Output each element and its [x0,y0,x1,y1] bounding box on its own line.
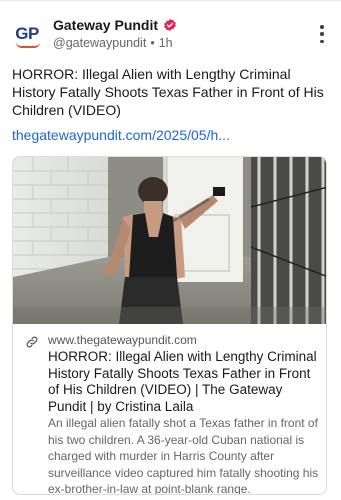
avatar-logo: GP [15,24,39,43]
social-post: GP Gateway Pundit @gatewaypundit • 1h HO… [0,0,341,500]
more-vertical-icon[interactable] [319,25,325,43]
card-description: An illegal alien fatally shot a Texas fa… [48,416,319,495]
author-meta: @gatewaypundit • 1h [53,36,173,50]
avatar-swoosh [16,42,40,48]
card-thumbnail-image[interactable] [13,157,326,324]
post-text: HORROR: Illegal Alien with Lengthy Crimi… [12,66,324,118]
author-handle[interactable]: @gatewaypundit [53,36,146,50]
post-link[interactable]: thegatewaypundit.com/2025/05/h... [12,127,230,143]
post-timestamp[interactable]: 1h [159,36,173,50]
link-preview-card[interactable]: www.thegatewaypundit.com HORROR: Illegal… [12,156,327,495]
card-domain: www.thegatewaypundit.com [48,333,197,347]
card-title[interactable]: HORROR: Illegal Alien with Lengthy Crimi… [48,349,323,415]
author-display-name[interactable]: Gateway Pundit [53,17,158,33]
author-name-row: Gateway Pundit [53,17,177,33]
link-icon [26,336,38,348]
meta-separator: • [150,36,155,50]
avatar[interactable]: GP [12,19,42,49]
verified-badge-icon [164,18,176,32]
